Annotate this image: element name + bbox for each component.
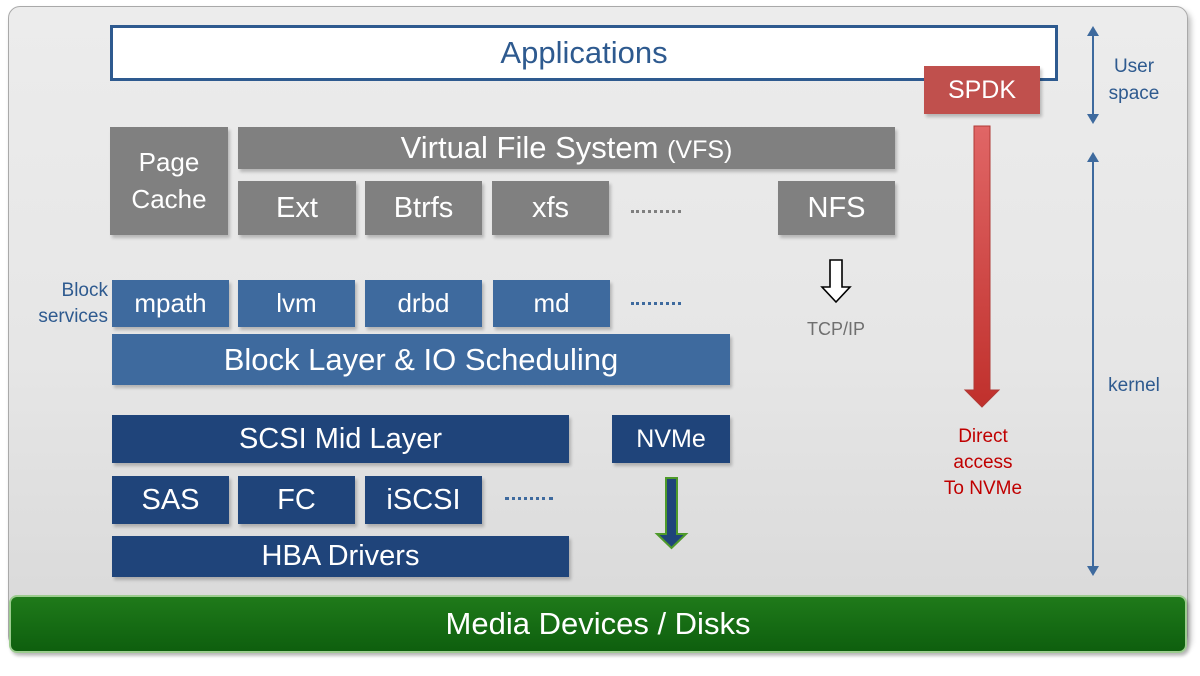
nvme-down-arrow xyxy=(654,477,689,550)
arrows-layer xyxy=(654,26,1099,576)
spdk-direct-arrow xyxy=(963,125,1001,408)
user-space-span-arrow xyxy=(1087,26,1099,124)
nfs-tcp-arrow xyxy=(820,259,852,304)
kernel-span-arrow xyxy=(1087,152,1099,576)
